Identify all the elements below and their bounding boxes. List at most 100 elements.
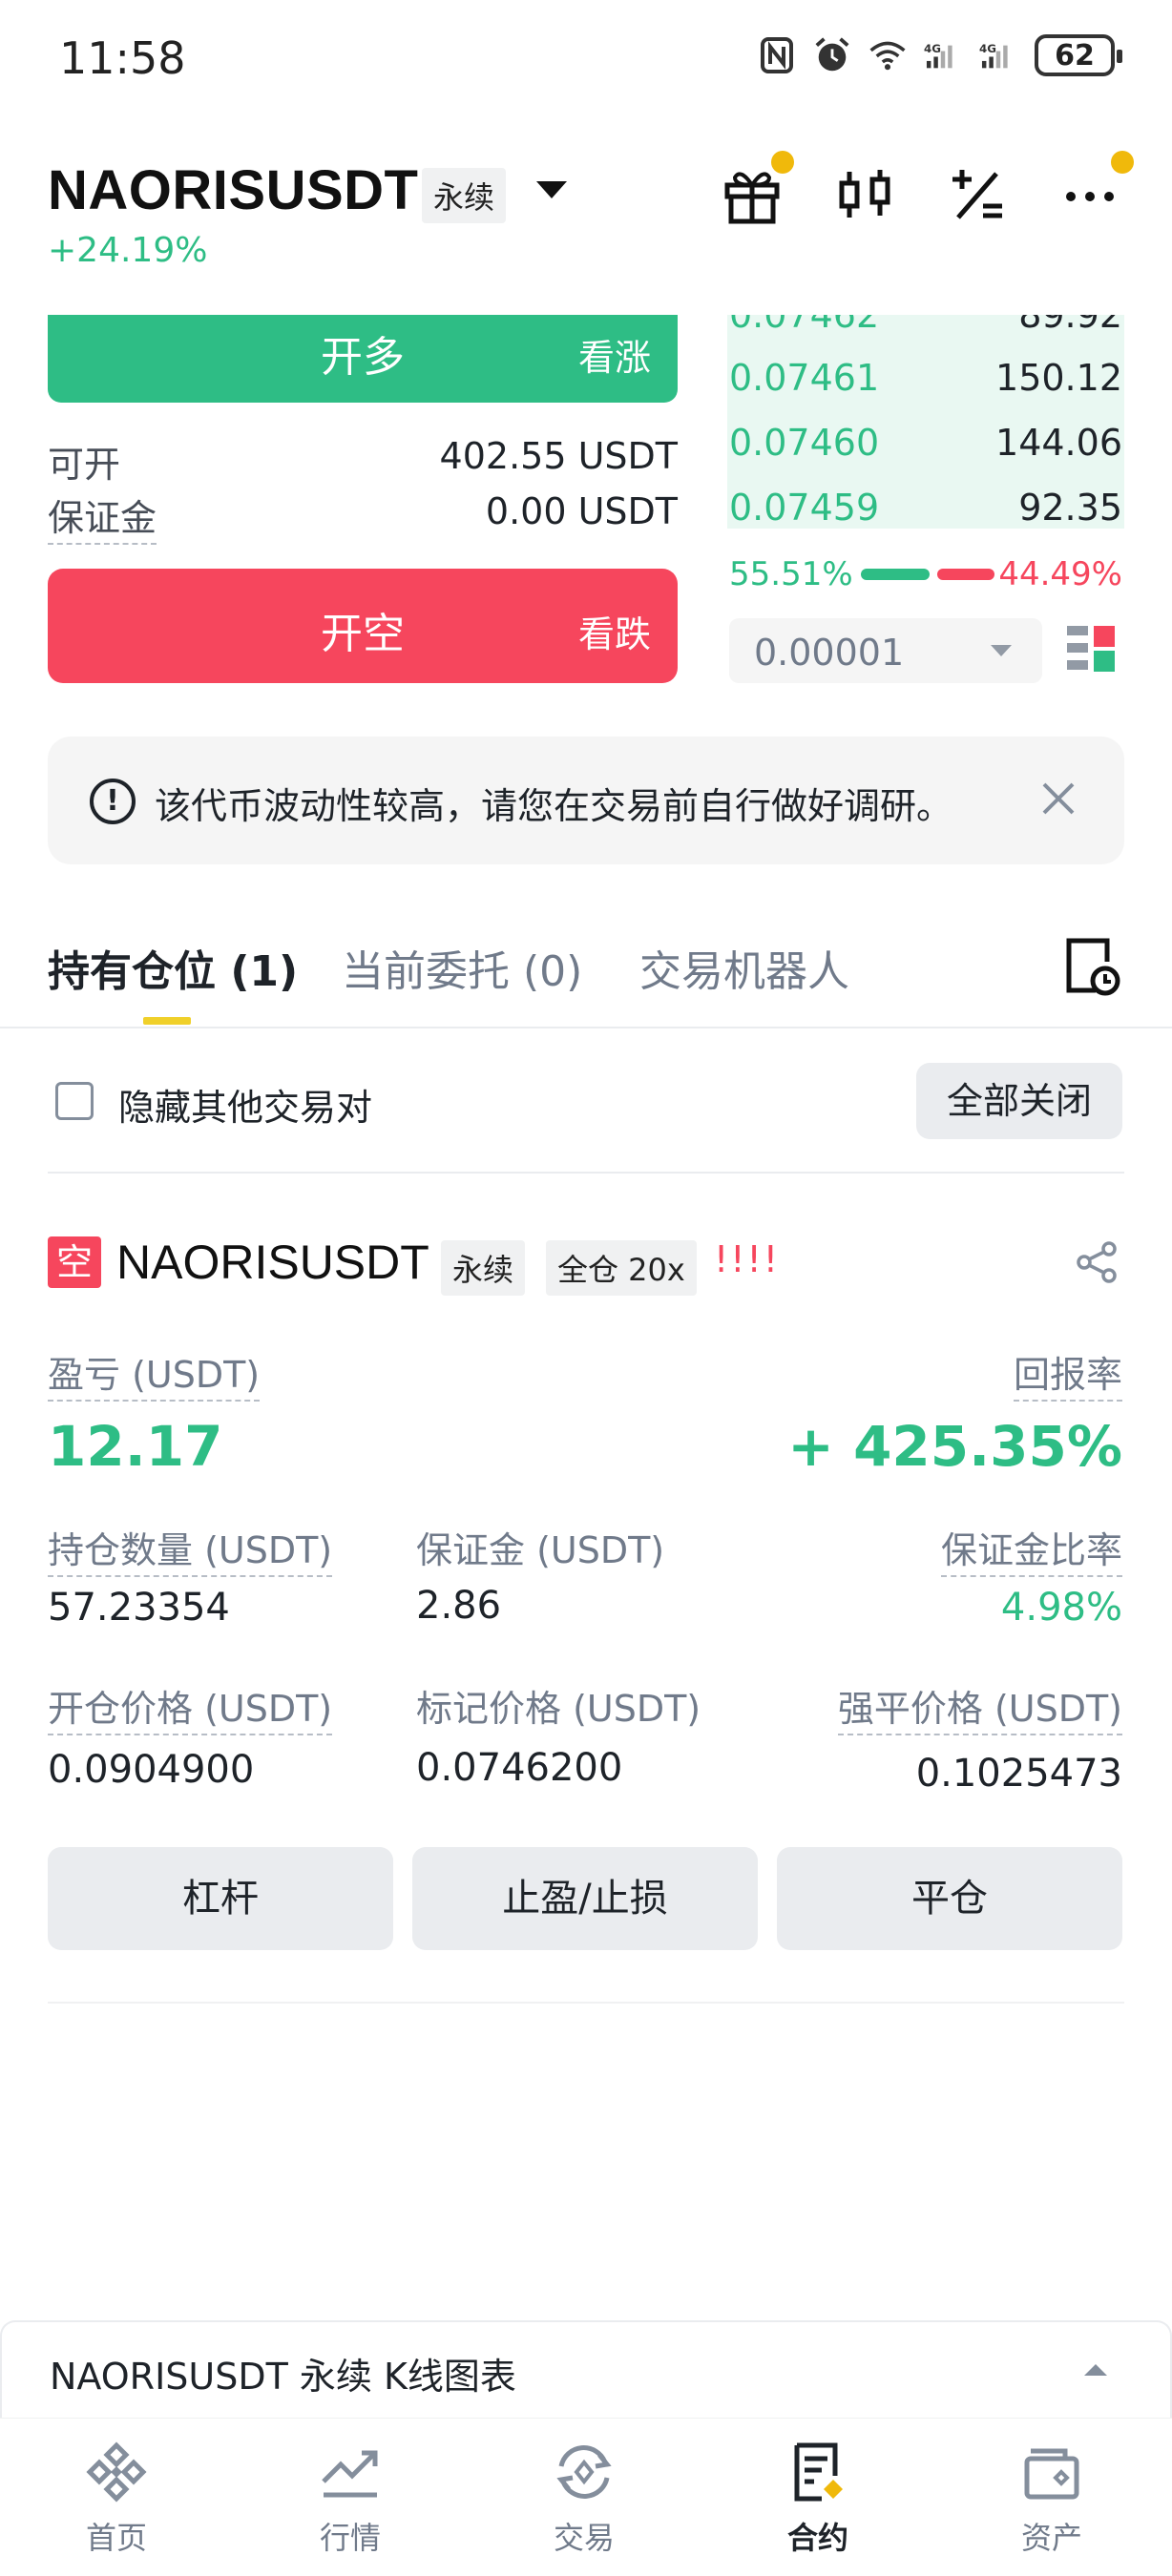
signal-4g-icon-2: 4G xyxy=(979,36,1017,74)
nav-wallet-label: 资产 xyxy=(1020,2520,1082,2556)
trade-icon xyxy=(556,2445,612,2499)
status-icons: 4G 4G 62 xyxy=(758,34,1122,76)
buy-ratio: 55.51% xyxy=(729,555,853,593)
roe-value: + 425.35% xyxy=(787,1414,1122,1479)
tp-sl-button[interactable]: 止盈/止损 xyxy=(412,1847,758,1950)
entry-price-value: 0.0904900 xyxy=(48,1748,255,1792)
active-tab-indicator xyxy=(143,1017,191,1025)
liq-price-value: 0.1025473 xyxy=(915,1752,1122,1796)
gift-icon[interactable] xyxy=(714,151,794,233)
margin-label[interactable]: 保证金 xyxy=(48,488,157,545)
nav-markets[interactable]: 行情 xyxy=(274,2438,427,2558)
orderbook-qty: 150.12 xyxy=(995,357,1122,399)
margin-value: 0.00 USDT xyxy=(485,490,678,532)
precision-select[interactable]: 0.00001 xyxy=(729,618,1042,683)
calculator-icon[interactable] xyxy=(939,156,1015,233)
alarm-icon xyxy=(813,36,851,74)
pair-symbol[interactable]: NAORISUSDT xyxy=(48,158,418,222)
orderbook-price[interactable]: 0.07462 xyxy=(729,315,879,336)
svg-text:4G: 4G xyxy=(979,42,996,55)
open-short-button[interactable]: 开空 看跌 xyxy=(48,569,678,683)
nav-wallet[interactable]: 资产 xyxy=(975,2438,1128,2558)
position-symbol[interactable]: NAORISUSDT xyxy=(116,1235,429,1290)
orderbook-qty: 144.06 xyxy=(995,422,1122,464)
home-icon xyxy=(86,2441,147,2503)
position-margin-value: 2.86 xyxy=(416,1584,502,1628)
leverage-button[interactable]: 杠杆 xyxy=(48,1847,393,1950)
nav-home[interactable]: 首页 xyxy=(40,2438,193,2558)
size-label[interactable]: 持仓数量 (USDT) xyxy=(48,1521,333,1577)
nav-futures-label: 合约 xyxy=(786,2520,848,2556)
order-history-icon[interactable] xyxy=(1063,935,1120,996)
available-value: 402.55 USDT xyxy=(439,435,678,477)
precision-value: 0.00001 xyxy=(754,632,905,674)
orderbook-price[interactable]: 0.07461 xyxy=(729,357,879,399)
orderbook-clipped-row: 0.07462 89.92 xyxy=(0,315,1172,338)
pair-dropdown-icon[interactable] xyxy=(536,181,567,198)
nav-futures[interactable]: 合约 xyxy=(742,2438,894,2558)
tab-positions[interactable]: 持有仓位 (1) xyxy=(48,937,298,998)
position-side-tag: 空 xyxy=(48,1236,101,1288)
contract-type-tag: 永续 xyxy=(422,168,507,223)
risk-indicator: !!!! xyxy=(714,1238,780,1280)
orderbook-qty: 89.92 xyxy=(1018,315,1122,336)
risk-notice: ! 该代币波动性较高，请您在交易前自行做好调研。 xyxy=(48,737,1124,864)
status-time: 11:58 xyxy=(59,32,186,84)
tab-trading-bots[interactable]: 交易机器人 xyxy=(639,937,849,998)
margin-mode-tag[interactable]: 全仓 20x xyxy=(546,1240,697,1296)
close-icon[interactable] xyxy=(1035,775,1082,822)
tab-open-orders[interactable]: 当前委托 (0) xyxy=(342,937,582,998)
svg-text:4G: 4G xyxy=(924,42,941,55)
orderbook-qty: 92.35 xyxy=(1018,487,1122,529)
price-change: +24.19% xyxy=(48,231,208,270)
pnl-value: 12.17 xyxy=(48,1414,223,1479)
wifi-icon xyxy=(869,36,907,74)
divider xyxy=(48,1172,1124,1174)
wallet-icon xyxy=(1024,2448,1079,2500)
notification-dot xyxy=(1111,151,1134,174)
roe-label[interactable]: 回报率 xyxy=(1013,1345,1122,1402)
margin-ratio-label[interactable]: 保证金比率 xyxy=(940,1521,1122,1577)
buy-ratio-bar xyxy=(861,569,930,580)
warning-icon: ! xyxy=(90,779,136,824)
hide-other-pairs-checkbox[interactable] xyxy=(55,1082,94,1120)
tab-divider xyxy=(0,1027,1172,1028)
position-margin-label: 保证金 (USDT) xyxy=(416,1529,665,1571)
share-icon[interactable] xyxy=(1075,1240,1119,1284)
nfc-icon xyxy=(758,36,796,74)
kline-label: NAORISUSDT 永续 K线图表 xyxy=(50,2356,516,2398)
position-type-tag: 永续 xyxy=(441,1240,526,1296)
notice-text: 该代币波动性较高，请您在交易前自行做好调研。 xyxy=(155,785,953,827)
notification-dot xyxy=(771,151,794,174)
margin-ratio-value: 4.98% xyxy=(1000,1586,1122,1630)
chevron-down-icon xyxy=(991,645,1012,656)
close-all-button[interactable]: 全部关闭 xyxy=(916,1063,1122,1139)
sell-ratio-bar xyxy=(937,569,994,580)
orderbook-price[interactable]: 0.07459 xyxy=(729,487,879,529)
pnl-label[interactable]: 盈亏 (USDT) xyxy=(48,1345,261,1402)
chevron-up-icon xyxy=(1084,2364,1107,2376)
divider xyxy=(48,2002,1124,2004)
sell-ratio: 44.49% xyxy=(998,555,1122,593)
orderbook-layout-icon[interactable] xyxy=(1067,624,1117,677)
battery-indicator: 62 xyxy=(1035,34,1122,76)
futures-icon xyxy=(794,2442,843,2502)
nav-markets-label: 行情 xyxy=(319,2520,381,2556)
close-position-button[interactable]: 平仓 xyxy=(777,1847,1122,1950)
mark-price-value: 0.0746200 xyxy=(416,1746,623,1790)
bottom-nav: 首页 行情 交易 合约 资产 xyxy=(0,2418,1172,2576)
hide-other-pairs-label[interactable]: 隐藏其他交易对 xyxy=(118,1078,372,1131)
short-hint: 看跌 xyxy=(577,613,651,655)
markets-icon xyxy=(322,2450,378,2498)
nav-home-label: 首页 xyxy=(85,2520,147,2556)
size-value: 57.23354 xyxy=(48,1586,230,1630)
liq-price-label[interactable]: 强平价格 (USDT) xyxy=(837,1679,1122,1735)
entry-price-label[interactable]: 开仓价格 (USDT) xyxy=(48,1679,333,1735)
kline-chart-toggle[interactable]: NAORISUSDT 永续 K线图表 xyxy=(0,2320,1172,2418)
nav-trade[interactable]: 交易 xyxy=(508,2438,660,2558)
signal-4g-icon: 4G xyxy=(924,36,962,74)
candlestick-chart-icon[interactable] xyxy=(827,156,903,233)
more-icon[interactable] xyxy=(1052,151,1134,233)
orderbook-price[interactable]: 0.07460 xyxy=(729,422,879,464)
nav-trade-label: 交易 xyxy=(553,2520,615,2556)
